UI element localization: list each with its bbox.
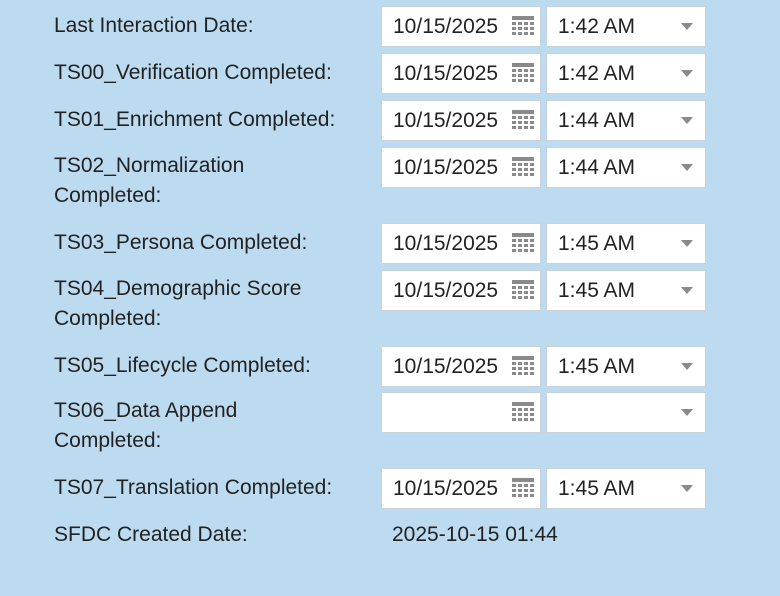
time-select[interactable]: 1:45 AM: [546, 223, 706, 264]
chevron-down-icon[interactable]: [681, 70, 693, 77]
time-value: 1:42 AM: [558, 62, 636, 85]
field-label: TS06_Data Append Completed:: [54, 399, 238, 452]
date-input[interactable]: 10/15/2025: [381, 270, 541, 311]
date-value: 10/15/2025: [393, 62, 499, 85]
time-select[interactable]: 1:45 AM: [546, 270, 706, 311]
field-label: TS01_Enrichment Completed:: [54, 108, 336, 131]
date-input[interactable]: 10/15/2025: [381, 53, 541, 94]
date-input[interactable]: 10/15/2025: [381, 223, 541, 264]
calendar-icon[interactable]: [511, 62, 535, 86]
time-select[interactable]: 1:44 AM: [546, 147, 706, 188]
chevron-down-icon[interactable]: [681, 23, 693, 30]
field-label: SFDC Created Date:: [54, 523, 248, 546]
date-value: 10/15/2025: [393, 355, 499, 378]
calendar-icon[interactable]: [511, 109, 535, 133]
calendar-icon[interactable]: [511, 232, 535, 256]
chevron-down-icon[interactable]: [681, 485, 693, 492]
field-label: Last Interaction Date:: [54, 14, 254, 37]
field-label: TS02_Normalization Completed:: [54, 154, 245, 207]
field-label: TS04_Demographic Score Completed:: [54, 277, 302, 330]
date-value: 10/15/2025: [393, 156, 499, 179]
date-value: 10/15/2025: [393, 109, 499, 132]
time-value: 1:44 AM: [558, 156, 636, 179]
time-value: 1:45 AM: [558, 232, 636, 255]
chevron-down-icon[interactable]: [681, 409, 693, 416]
calendar-icon[interactable]: [511, 401, 535, 425]
calendar-icon[interactable]: [511, 15, 535, 39]
chevron-down-icon[interactable]: [681, 363, 693, 370]
time-select[interactable]: 1:44 AM: [546, 100, 706, 141]
date-input[interactable]: 10/15/2025: [381, 6, 541, 47]
time-select[interactable]: [546, 392, 706, 433]
date-value: 10/15/2025: [393, 232, 499, 255]
time-select[interactable]: 1:42 AM: [546, 53, 706, 94]
date-value: 10/15/2025: [393, 15, 499, 38]
time-value: 1:45 AM: [558, 279, 636, 302]
calendar-icon[interactable]: [511, 477, 535, 501]
chevron-down-icon[interactable]: [681, 117, 693, 124]
calendar-icon[interactable]: [511, 279, 535, 303]
chevron-down-icon[interactable]: [681, 164, 693, 171]
date-input[interactable]: [381, 392, 541, 433]
date-input[interactable]: 10/15/2025: [381, 468, 541, 509]
sfdc-created-date-value: 2025-10-15 01:44: [392, 523, 558, 546]
time-value: 1:45 AM: [558, 355, 636, 378]
time-select[interactable]: 1:42 AM: [546, 6, 706, 47]
time-select[interactable]: 1:45 AM: [546, 468, 706, 509]
chevron-down-icon[interactable]: [681, 240, 693, 247]
chevron-down-icon[interactable]: [681, 287, 693, 294]
calendar-icon[interactable]: [511, 156, 535, 180]
date-value: 10/15/2025: [393, 279, 499, 302]
time-value: 1:42 AM: [558, 15, 636, 38]
field-label: TS05_Lifecycle Completed:: [54, 354, 311, 377]
field-label: TS03_Persona Completed:: [54, 231, 308, 254]
time-value: 1:45 AM: [558, 477, 636, 500]
field-label: TS07_Translation Completed:: [54, 476, 333, 499]
date-input[interactable]: 10/15/2025: [381, 346, 541, 387]
date-value: 10/15/2025: [393, 477, 499, 500]
date-input[interactable]: 10/15/2025: [381, 100, 541, 141]
date-input[interactable]: 10/15/2025: [381, 147, 541, 188]
time-value: 1:44 AM: [558, 109, 636, 132]
field-label: TS00_Verification Completed:: [54, 61, 332, 84]
calendar-icon[interactable]: [511, 355, 535, 379]
time-select[interactable]: 1:45 AM: [546, 346, 706, 387]
